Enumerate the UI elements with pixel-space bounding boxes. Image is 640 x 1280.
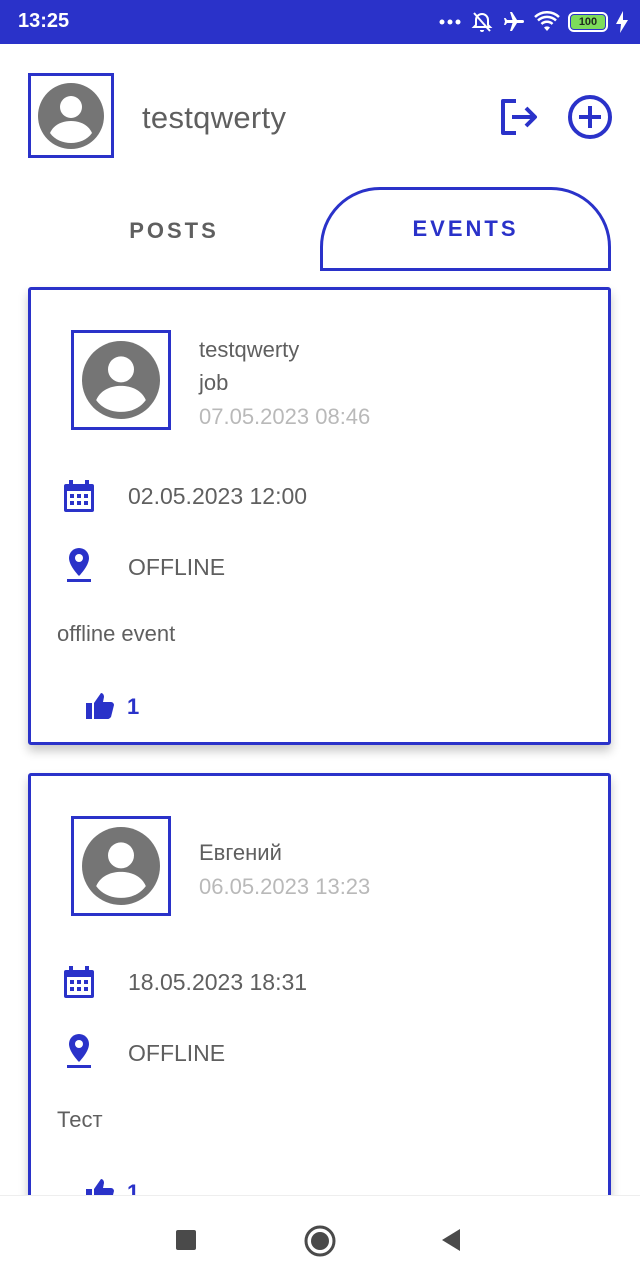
add-circle-icon bbox=[568, 95, 612, 139]
event-datetime: 18.05.2023 18:31 bbox=[128, 969, 308, 995]
alarm-off-icon bbox=[470, 10, 494, 34]
recents-square-icon bbox=[176, 1230, 196, 1250]
tab-posts[interactable]: POSTS bbox=[30, 200, 318, 262]
system-nav-bar bbox=[0, 1195, 640, 1280]
event-type: OFFLINE bbox=[128, 1040, 226, 1066]
event-card[interactable]: Евгений 06.05.2023 13:23 18.05.2023 18:3… bbox=[28, 773, 611, 1233]
avatar-icon bbox=[82, 827, 160, 905]
status-bar: 13:25 100 bbox=[0, 0, 640, 44]
event-datetime: 02.05.2023 12:00 bbox=[128, 483, 308, 509]
logout-icon bbox=[501, 99, 537, 135]
event-card[interactable]: testqwerty job 07.05.2023 08:46 02.05.20… bbox=[28, 287, 611, 745]
back-button[interactable] bbox=[436, 1224, 468, 1256]
thumb-up-icon bbox=[86, 693, 114, 719]
avatar-icon bbox=[38, 82, 104, 149]
event-author-job: job bbox=[199, 370, 229, 395]
location-pin-icon bbox=[61, 1032, 97, 1068]
battery-level: 100 bbox=[571, 15, 605, 29]
status-time: 13:25 bbox=[18, 10, 70, 32]
username: testqwerty bbox=[142, 100, 287, 135]
status-icons: 100 bbox=[438, 8, 628, 36]
airplane-icon bbox=[502, 10, 526, 34]
like-count: 1 bbox=[127, 694, 140, 719]
more-dots-icon bbox=[438, 18, 462, 26]
tab-events[interactable]: EVENTS bbox=[320, 187, 611, 271]
recents-button[interactable] bbox=[170, 1224, 202, 1256]
battery-icon: 100 bbox=[568, 12, 608, 32]
event-type: OFFLINE bbox=[128, 554, 226, 580]
wifi-icon bbox=[534, 11, 560, 33]
event-published: 07.05.2023 08:46 bbox=[199, 404, 371, 429]
back-triangle-icon bbox=[442, 1229, 460, 1251]
event-author: Евгений bbox=[199, 840, 282, 865]
calendar-icon bbox=[61, 964, 97, 1000]
home-circle-icon bbox=[304, 1225, 336, 1257]
profile-avatar[interactable] bbox=[28, 73, 114, 158]
event-published: 06.05.2023 13:23 bbox=[199, 874, 371, 899]
location-pin-icon bbox=[61, 546, 97, 582]
calendar-icon bbox=[61, 478, 97, 514]
avatar-icon bbox=[82, 341, 160, 419]
author-avatar[interactable] bbox=[71, 816, 171, 916]
event-content: Тест bbox=[57, 1107, 103, 1132]
home-button[interactable] bbox=[303, 1224, 336, 1257]
add-event-button[interactable] bbox=[567, 94, 613, 140]
author-avatar[interactable] bbox=[71, 330, 171, 430]
like-button[interactable] bbox=[85, 691, 115, 721]
event-content: offline event bbox=[57, 621, 176, 646]
charging-icon bbox=[616, 11, 628, 33]
logout-button[interactable] bbox=[498, 96, 540, 138]
event-author: testqwerty bbox=[199, 337, 300, 362]
